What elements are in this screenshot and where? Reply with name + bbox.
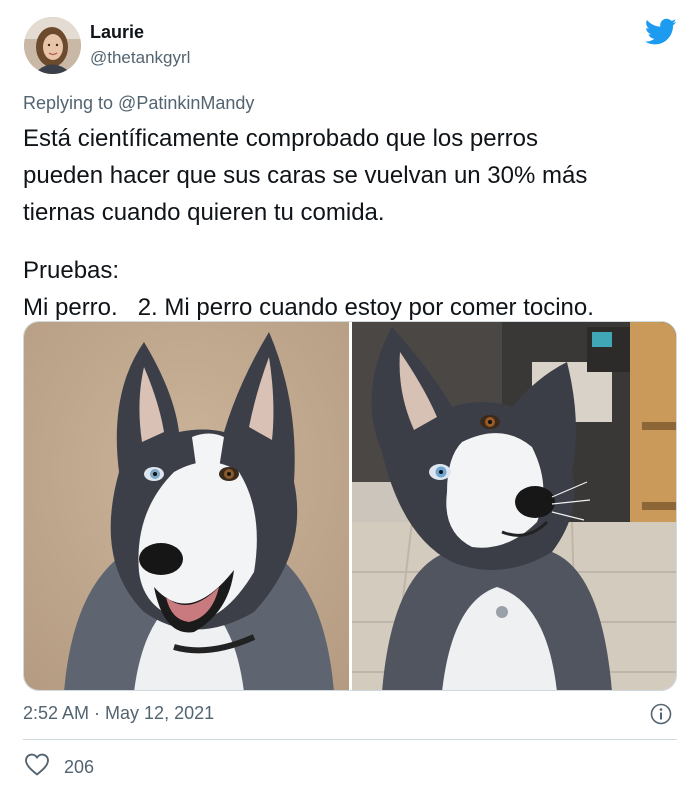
tweet-text: Está científicamente comprobado que los … (23, 120, 683, 326)
heart-icon[interactable] (24, 753, 50, 781)
media-grid (23, 321, 677, 691)
tweet-text-line: Pruebas: (23, 257, 120, 284)
like-button[interactable]: 206 (24, 753, 94, 781)
like-count: 206 (64, 756, 95, 777)
user-name[interactable]: Laurie (90, 22, 144, 43)
tweet-timestamp[interactable]: 2:52 AM · May 12, 2021 (23, 703, 214, 724)
tweet-text-line: tiernas cuando quieren tu comida. (23, 199, 385, 226)
divider (23, 739, 677, 740)
avatar[interactable] (24, 17, 81, 74)
info-icon[interactable] (650, 703, 672, 725)
user-handle[interactable]: @thetankgyrl (90, 48, 190, 68)
tweet-card: Laurie @thetankgyrl Replying to @Patinki… (0, 0, 700, 793)
photo-dog-begging[interactable] (352, 322, 676, 690)
tweet-text-line: Está científicamente comprobado que los … (23, 125, 538, 152)
tweet-text-line: pueden hacer que sus caras se vuelvan un… (23, 162, 588, 189)
photo-dog-happy[interactable] (24, 322, 349, 690)
replying-to[interactable]: Replying to @PatinkinMandy (23, 93, 254, 114)
twitter-bird-icon[interactable] (644, 18, 677, 46)
